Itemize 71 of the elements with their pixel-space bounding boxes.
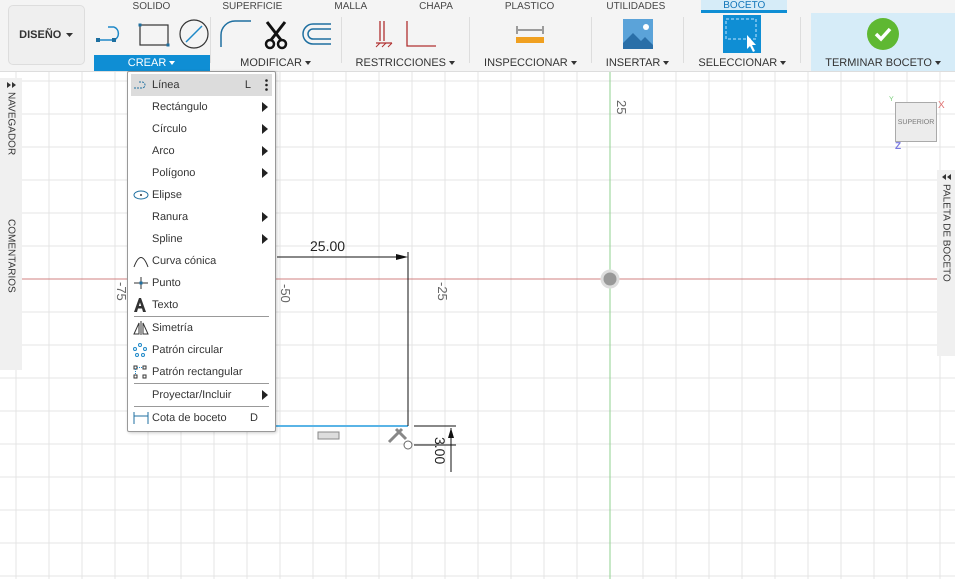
design-button[interactable]: DISEÑO [8, 5, 85, 65]
hammer-icon [388, 428, 408, 444]
tool-group-menu[interactable]: CREAR [94, 55, 210, 71]
point-icon [133, 276, 149, 290]
tool-group-menu[interactable]: SELECCIONAR [692, 55, 792, 71]
menu-item[interactable]: Spline [131, 228, 272, 250]
caret-icon [449, 61, 456, 66]
ellipse-icon [133, 190, 149, 200]
checkmark-icon[interactable] [867, 18, 900, 50]
axis-label: -75 [114, 282, 129, 301]
menu-item[interactable]: Arco [131, 140, 272, 162]
workspace-tab[interactable]: SUPERFICIE [200, 0, 304, 13]
shortcut-key: D [250, 412, 258, 424]
rectangular-pattern-icon [133, 365, 147, 379]
image-icon[interactable] [622, 19, 653, 49]
menu-item[interactable]: Círculo [131, 118, 272, 140]
tool-group-menu[interactable]: MODIFICAR [234, 55, 317, 71]
menu-item[interactable]: Proyectar/Incluir [131, 384, 272, 406]
menu-item[interactable]: Cota de boceto D [131, 407, 272, 429]
workspace-tab[interactable]: CHAPA [397, 0, 475, 13]
circle-tool-icon[interactable] [178, 18, 210, 50]
more-options-icon[interactable] [265, 79, 268, 91]
workspace-tab[interactable]: PLASTICO [482, 0, 576, 13]
workspace-tab[interactable]: MALLA [312, 0, 390, 13]
circular-pattern-icon [133, 343, 147, 357]
axis-letter: X [938, 100, 945, 111]
menu-item[interactable]: Punto [131, 272, 272, 294]
tool-group-menu[interactable]: RESTRICCIONES [350, 55, 462, 71]
menu-item[interactable]: Línea L [131, 74, 272, 96]
caret-icon [66, 33, 74, 37]
dimension-value: 3.00 [432, 437, 448, 464]
panel-tab[interactable]: COMENTARIOS [0, 215, 22, 297]
tool-group-menu[interactable]: INSPECCIONAR [478, 55, 583, 71]
caret-icon [570, 61, 577, 66]
axis-label: -50 [278, 284, 293, 303]
menu-item[interactable]: Texto [131, 294, 272, 316]
menu-item[interactable]: Patrón circular [131, 339, 272, 361]
menu-item[interactable]: Curva cónica [131, 250, 272, 272]
select-icon[interactable] [723, 15, 762, 53]
caret-icon [169, 61, 176, 66]
panel-tab[interactable]: PALETA DE BOCETO [937, 170, 955, 286]
menu-item[interactable]: Ranura [131, 206, 272, 228]
fillet-icon[interactable] [218, 19, 253, 49]
menu-item[interactable]: Polígono [131, 162, 272, 184]
menu-item[interactable]: Patrón rectangular [131, 361, 272, 383]
caret-icon [304, 61, 311, 66]
caret-icon [935, 61, 941, 66]
panel-tab[interactable]: NAVEGADOR [0, 78, 22, 160]
workspace-tab[interactable]: BOCETO [701, 0, 788, 13]
tool-group-menu[interactable]: INSERTAR [600, 55, 676, 71]
menu-item[interactable]: Rectángulo [131, 96, 272, 118]
dimension-value: 25.00 [310, 238, 346, 254]
caret-icon [780, 61, 786, 66]
dimension-arrow [414, 426, 456, 472]
text-icon [133, 298, 147, 312]
caret-icon [663, 61, 670, 66]
axis-label: -25 [435, 282, 450, 301]
shortcut-key: L [244, 79, 251, 91]
conic-icon [133, 254, 149, 268]
workspace-tab[interactable]: UTILIDADES [584, 0, 688, 13]
menu-item[interactable]: Simetría [131, 317, 272, 339]
ruler-icon[interactable] [515, 23, 546, 45]
mirror-icon [133, 321, 149, 335]
workspace-tab[interactable]: SOLIDO [110, 0, 192, 13]
origin-point [600, 270, 620, 288]
perpendicular-icon[interactable] [404, 19, 438, 49]
endpoint-marker [404, 440, 412, 450]
axis-letter: Z [895, 141, 902, 152]
rectangle-tool-icon[interactable] [138, 21, 170, 47]
menu-item[interactable]: Elipse [131, 184, 272, 206]
axis-label: 25 [614, 100, 629, 114]
